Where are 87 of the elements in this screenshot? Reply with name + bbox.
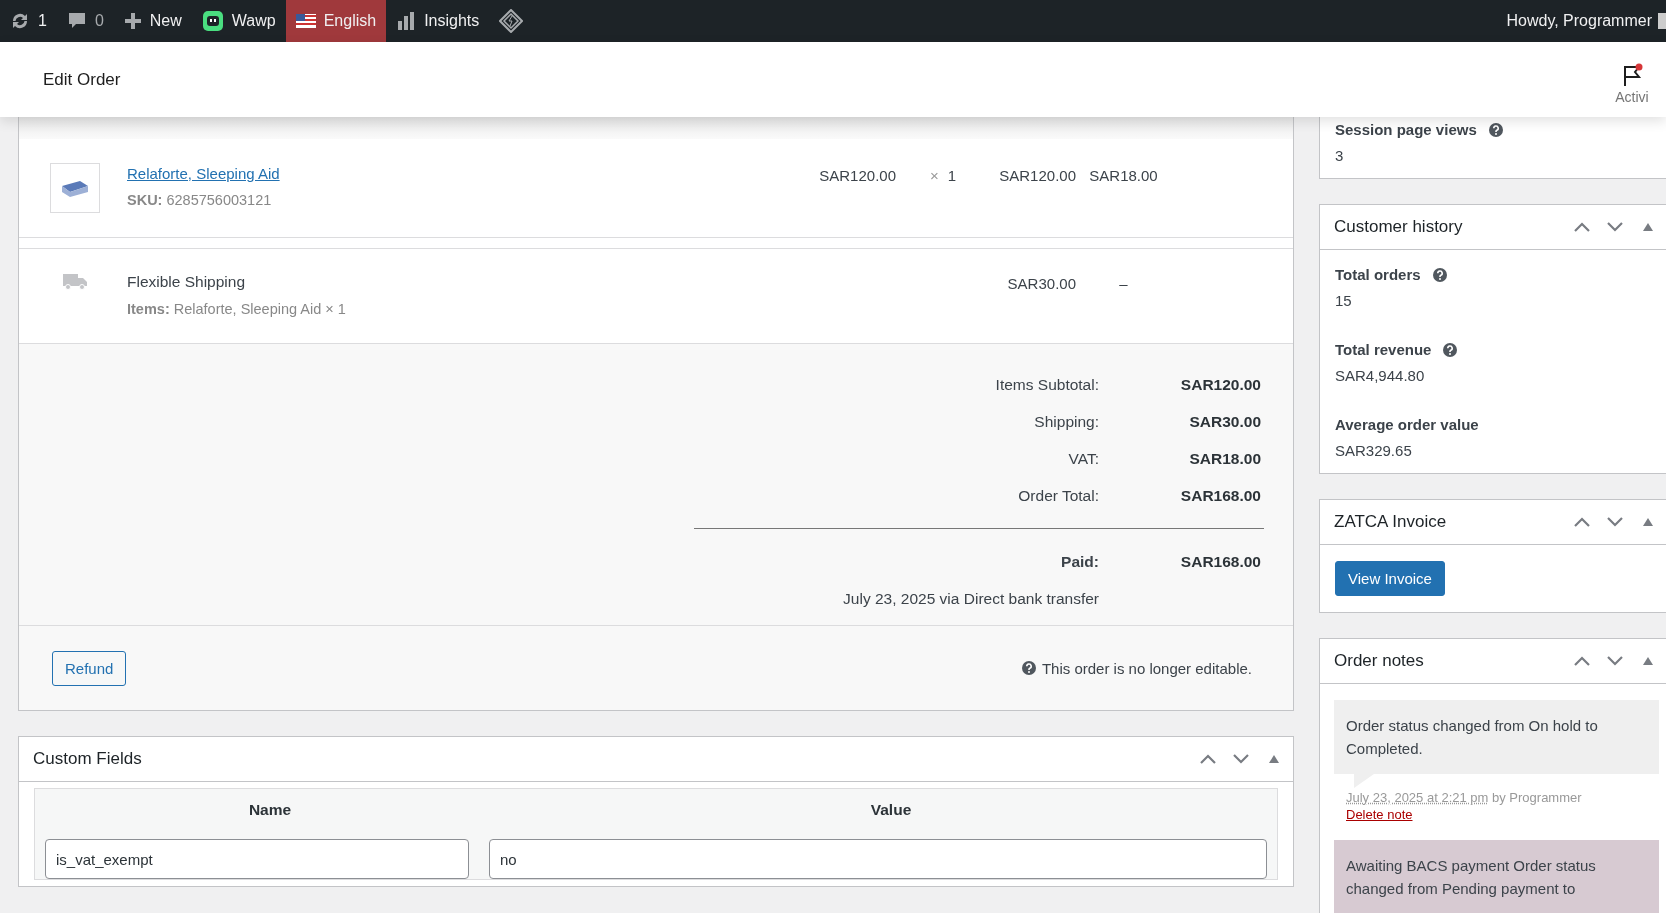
refresh-icon [10,11,30,31]
note-date: July 23, 2025 at 2:21 pm [1346,790,1489,805]
panel-title: ZATCA Invoice [1334,512,1448,532]
stat-value: SAR329.65 [1335,442,1413,459]
bar-chart-icon [396,11,417,31]
triangle-up-icon [1268,755,1279,763]
view-invoice-button[interactable]: View Invoice [1335,561,1445,596]
truck-icon [62,271,88,291]
diamond-icon [499,9,524,33]
item-quantity: × 1 [928,166,956,186]
triangle-up-icon [1642,657,1653,665]
shipping-tax: – [1118,274,1129,294]
chevron-down-icon [1231,753,1250,765]
chevron-down-icon [1605,655,1624,667]
chevron-down-icon [1605,221,1624,233]
help-icon [1432,267,1447,282]
stat-value: 15 [1335,292,1353,309]
product-box-icon [60,178,90,198]
total-value: SAR168.00 [1179,486,1261,505]
payment-note: July 23, 2025 via Direct bank transfer [842,588,1099,609]
item-total: SAR120.00 [998,166,1076,186]
chevron-up-icon [1572,221,1591,233]
stat-label: Total revenue [1335,341,1433,358]
delete-note-link[interactable]: Delete note [1346,807,1413,822]
comment-icon [66,11,87,31]
toolbar-label: New [149,12,182,30]
total-value: SAR18.00 [1188,449,1261,468]
paid-value: SAR168.00 [1179,552,1261,571]
avatar-image [1658,13,1666,29]
not-editable-notice: This order is no longer editable. [1041,659,1252,677]
flag-icon [1621,62,1643,87]
shipping-items: Items: Relaforte, Sleeping Aid × 1 [127,301,347,317]
triangle-up-icon [1642,518,1653,526]
toolbar-item[interactable]: Wawp [191,0,286,42]
toolbar-label: English [323,12,377,30]
shipping-method: Flexible Shipping [127,273,247,291]
plus-icon [123,12,142,30]
triangle-up-icon [1642,223,1653,231]
paid-label: Paid: [1060,552,1099,571]
note-text: Awaiting BACS payment Order status changed from Pending payment to [1334,840,1659,913]
toolbar-item[interactable]: New [113,0,192,42]
toolbar-item[interactable]: Insights [386,0,490,42]
toolbar-item[interactable]: 1 [0,0,57,42]
toolbar-item[interactable]: English [285,0,387,42]
toolbar-label: Insights [424,12,480,30]
stat-label: Average order value [1335,416,1479,433]
total-label: VAT: [1067,449,1099,468]
toolbar-label: 0 [94,12,104,30]
note-text: Order status changed from On hold to Completed. [1334,700,1659,774]
column-header: Value [869,801,913,819]
panel-title: Custom Fields [33,749,143,769]
chevron-up-icon [1572,516,1591,528]
robot-icon [201,10,224,32]
refund-button[interactable]: Refund [52,650,127,686]
page-title: Edit Order [43,69,121,90]
note-author: by Programmer [1492,790,1582,805]
total-label: Order Total: [1017,486,1099,505]
name-field[interactable]: is_vat_exempt [45,839,469,879]
stat-label: Session page views [1335,121,1477,138]
stat-label: Total orders [1335,266,1422,283]
total-label: Shipping: [1033,412,1099,431]
toolbar-label: Wawp [231,12,276,30]
chevron-up-icon [1572,655,1591,667]
chevron-down-icon [1605,516,1624,528]
shipping-total: SAR30.00 [1006,274,1076,294]
item-tax: SAR18.00 [1088,166,1159,186]
flag-icon [295,14,316,28]
panel-title: Order notes [1334,651,1425,671]
chevron-up-icon [1198,753,1217,765]
product-sku: SKU: 6285756003121 [127,192,273,208]
panel-title: Customer history [1334,217,1464,237]
total-value: SAR30.00 [1188,412,1261,431]
stat-value: 3 [1335,147,1345,164]
help-icon [1021,661,1036,675]
item-cost: SAR120.00 [818,166,896,186]
stat-value: SAR4,944.80 [1335,367,1426,384]
value-field[interactable]: no [489,839,1267,879]
total-value: SAR120.00 [1179,375,1261,394]
toolbar-item[interactable]: 0 [56,0,114,42]
activity-button[interactable]: Activi [1604,54,1660,105]
product-link[interactable]: Relaforte, Sleeping Aid [127,165,280,182]
toolbar-label: 1 [38,12,47,30]
account-link[interactable]: Howdy, Programmer [1506,12,1652,30]
column-header: Name [247,801,293,819]
help-icon [1443,342,1458,357]
total-label: Items Subtotal: [994,375,1099,394]
help-icon [1488,122,1503,137]
